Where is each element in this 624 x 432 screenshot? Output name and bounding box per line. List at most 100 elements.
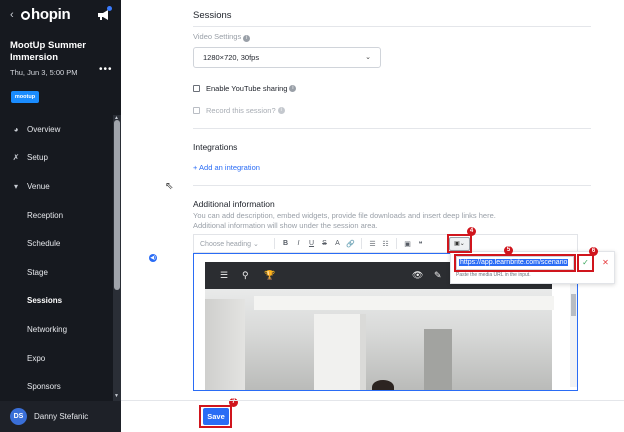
event-date: Thu, Jun 3, 5:00 PM xyxy=(10,68,78,77)
additional-info-heading: Additional information xyxy=(193,199,275,209)
sidebar-item-setup[interactable]: ✗ Setup xyxy=(0,144,113,173)
italic-button[interactable]: I xyxy=(292,240,305,247)
sidebar-item-label: Reception xyxy=(27,210,64,220)
notification-dot xyxy=(107,6,112,11)
more-options-icon[interactable]: ••• xyxy=(99,64,113,75)
sidebar-item-schedule[interactable]: Schedule xyxy=(0,229,113,258)
sidebar-item-reception[interactable]: Reception xyxy=(0,201,113,230)
eye-icon: 👁 xyxy=(412,270,424,280)
sidebar-nav: ◕ Overview ✗ Setup ▾ Venue Reception Sch… xyxy=(0,115,113,401)
annotation-box-4 xyxy=(447,234,472,253)
annotation-number-6: 6 xyxy=(589,247,598,256)
heading-select-value: Choose heading xyxy=(200,240,251,248)
back-chevron-icon[interactable]: ‹ xyxy=(10,9,14,21)
map-pin-icon: ⚲ xyxy=(242,270,249,280)
wrench-icon: ✗ xyxy=(12,153,20,163)
font-color-button[interactable]: A xyxy=(331,240,344,247)
app: ‹ hopin MootUp Summer Immersion Thu, Jun… xyxy=(0,0,624,432)
scene-wall xyxy=(205,299,245,390)
sidebar-item-label: Expo xyxy=(27,353,46,363)
integrations-heading: Integrations xyxy=(193,142,238,152)
sidebar-item-venue[interactable]: ▾ Venue xyxy=(0,172,113,201)
sidebar-item-expo[interactable]: Expo xyxy=(0,344,113,373)
toolbar-separator xyxy=(274,238,275,249)
save-button[interactable]: Save xyxy=(203,408,229,425)
info-icon: i xyxy=(289,85,297,92)
annotation-number-4: 4 xyxy=(467,227,476,236)
link-button[interactable]: 🔗 xyxy=(344,240,357,248)
sidebar-item-label: Stage xyxy=(27,267,48,277)
chevron-down-icon: ⌄ xyxy=(365,54,371,61)
sidebar-item-label: Schedule xyxy=(27,239,61,249)
cancel-media-button[interactable]: ✕ xyxy=(600,256,611,269)
scene-pillar xyxy=(314,314,360,390)
annotation-box-5 xyxy=(454,254,576,272)
divider xyxy=(193,128,591,129)
annotation-number-5: 5 xyxy=(504,246,513,255)
logo-text: hopin xyxy=(31,6,71,23)
info-icon: i xyxy=(277,107,285,114)
sidebar-item-sessions[interactable]: Sessions xyxy=(0,287,113,316)
divider xyxy=(193,26,591,27)
menu-icon: ☰ xyxy=(220,270,229,280)
sidebar-item-overview[interactable]: ◕ Overview xyxy=(0,115,113,144)
toolbar-separator xyxy=(361,238,362,249)
sidebar-scrollbar-thumb[interactable] xyxy=(114,120,120,290)
mouse-cursor-icon: ⇖ xyxy=(165,181,174,192)
pen-icon: ✎ xyxy=(434,270,442,280)
annotation-box-6 xyxy=(577,254,594,272)
bulleted-list-button[interactable]: ☰ xyxy=(366,240,379,248)
youtube-sharing-row: Enable YouTube sharing i xyxy=(193,84,297,93)
info-icon: i xyxy=(243,35,251,42)
video-settings-label: Video Settings i xyxy=(193,32,251,42)
record-session-checkbox[interactable] xyxy=(193,107,200,114)
scene-doorway xyxy=(424,329,452,390)
main-content: Sessions Video Settings i 1280×720, 30fps… xyxy=(121,0,624,432)
event-badge: mootup xyxy=(11,91,39,103)
sidebar-item-label: Venue xyxy=(27,181,50,191)
quote-button[interactable]: ❝ xyxy=(414,240,427,248)
audio-marker-icon: ◀) xyxy=(149,254,157,262)
select-value: 1280×720, 30fps xyxy=(203,53,260,62)
user-name: Danny Stefanic xyxy=(34,412,89,421)
record-session-row: Record this session? i xyxy=(193,106,285,115)
sidebar-item-sponsors[interactable]: Sponsors xyxy=(0,372,113,401)
page-title: Sessions xyxy=(193,10,232,21)
sidebar-item-label: Setup xyxy=(27,153,48,163)
footer-divider xyxy=(121,400,624,401)
user-bar[interactable]: DS Danny Stefanic xyxy=(0,401,121,432)
sidebar-item-label: Overview xyxy=(27,124,61,134)
avatar: DS xyxy=(10,408,27,425)
media-url-hint: Paste the media URL in the input. xyxy=(456,272,531,278)
heading-select[interactable]: Choose heading ⌄ xyxy=(200,240,270,248)
sidebar-item-stage[interactable]: Stage xyxy=(0,258,113,287)
hopin-logo[interactable]: hopin xyxy=(21,6,71,23)
caret-down-icon: ▾ xyxy=(13,181,18,191)
toolbar-separator xyxy=(396,238,397,249)
divider xyxy=(193,185,591,186)
bold-button[interactable]: B xyxy=(279,240,292,247)
strikethrough-button[interactable]: S xyxy=(318,240,331,247)
sidebar-item-label: Networking xyxy=(27,324,68,334)
sidebar: ‹ hopin MootUp Summer Immersion Thu, Jun… xyxy=(0,0,121,432)
trophy-icon: 🏆 xyxy=(264,270,276,280)
video-settings-select[interactable]: 1280×720, 30fps ⌄ xyxy=(193,47,381,68)
sidebar-item-label: Sessions xyxy=(27,296,63,306)
video-settings-text: Video Settings xyxy=(193,32,242,41)
scene-beam xyxy=(254,296,554,310)
add-integration-link[interactable]: + Add an integration xyxy=(193,163,260,172)
youtube-sharing-label: Enable YouTube sharing xyxy=(206,84,288,93)
underline-button[interactable]: U xyxy=(305,240,318,247)
image-button[interactable]: ▣ xyxy=(401,240,414,248)
event-title: MootUp Summer Immersion xyxy=(10,40,86,63)
pie-chart-icon: ◕ xyxy=(13,124,19,134)
editor-scrollbar-thumb[interactable] xyxy=(571,294,576,316)
youtube-sharing-checkbox[interactable] xyxy=(193,85,200,92)
sidebar-item-label: Sponsors xyxy=(27,382,61,392)
scroll-down-icon[interactable]: ▼ xyxy=(114,393,119,399)
numbered-list-button[interactable]: ☷ xyxy=(379,240,392,248)
scroll-up-icon[interactable]: ▲ xyxy=(114,115,119,121)
scene-avatar-head xyxy=(372,380,394,390)
record-session-label: Record this session? xyxy=(206,106,276,115)
sidebar-item-networking[interactable]: Networking xyxy=(0,315,113,344)
